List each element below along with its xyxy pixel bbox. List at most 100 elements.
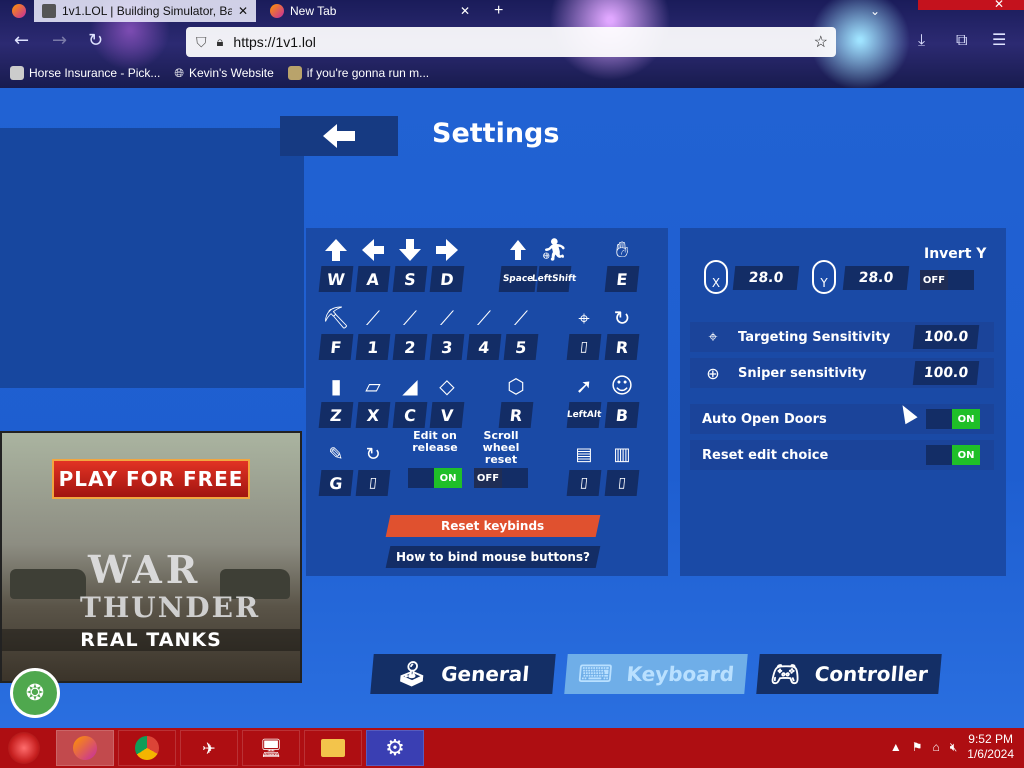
keybind-floor[interactable]: ▱ X bbox=[355, 372, 391, 428]
window-close-bar[interactable] bbox=[918, 0, 1024, 10]
downloads-icon[interactable]: ⤓ bbox=[918, 30, 925, 50]
flag-icon[interactable]: ⚑ bbox=[912, 740, 923, 754]
keybind-edit-mode[interactable]: ✎ G bbox=[318, 440, 354, 496]
advertisement[interactable]: PLAY FOR FREE WAR THUNDER REAL TANKS bbox=[0, 431, 302, 683]
invert-y-toggle[interactable]: OFF bbox=[920, 270, 974, 290]
key-a[interactable]: A bbox=[355, 266, 391, 292]
keybind-cursor[interactable]: ➚ Left Alt bbox=[566, 372, 602, 428]
keybind-rotate[interactable]: ↻ ▯ bbox=[355, 440, 391, 496]
scroll-wheel-reset-toggle[interactable]: OFF bbox=[474, 468, 528, 488]
keybind-use[interactable]: ✋︎ E bbox=[604, 236, 640, 292]
close-tab-icon[interactable]: ✕ bbox=[460, 4, 470, 18]
show-hidden-icons-icon[interactable]: ▲ bbox=[890, 740, 902, 754]
keybind-edit[interactable]: ⬡ R bbox=[498, 372, 534, 428]
key-s[interactable]: S bbox=[392, 266, 428, 292]
key-3[interactable]: 3 bbox=[429, 334, 465, 360]
hamburger-menu-icon[interactable]: ☰ bbox=[992, 30, 1006, 49]
sniper-sensitivity-input[interactable]: 100.0 bbox=[912, 361, 980, 385]
key-mouse-right[interactable]: ▯ bbox=[566, 334, 602, 360]
key-5[interactable]: 5 bbox=[503, 334, 539, 360]
back-button[interactable] bbox=[280, 116, 398, 156]
targeting-sensitivity-input[interactable]: 100.0 bbox=[912, 325, 980, 349]
bookmark-item[interactable]: 🌐︎ Kevin's Website bbox=[174, 62, 273, 84]
keybind-pickaxe[interactable]: ⛏︎ F bbox=[318, 304, 354, 360]
keybind-emote[interactable]: ☺ B bbox=[604, 372, 640, 428]
how-to-bind-button[interactable]: How to bind mouse buttons? bbox=[385, 546, 601, 568]
key-f[interactable]: F bbox=[318, 334, 354, 360]
cookie-settings-button[interactable]: ❂ bbox=[10, 668, 60, 718]
taskbar-app[interactable]: 🖥︎ bbox=[242, 730, 300, 766]
keybind-door-right[interactable]: ▥ ▯ bbox=[604, 440, 640, 496]
tab-general[interactable]: 🕹︎ General bbox=[370, 654, 556, 694]
reload-icon[interactable]: ↻ bbox=[88, 30, 103, 51]
key-mouse-left[interactable]: ▯ bbox=[566, 470, 602, 496]
tab-keyboard[interactable]: ⌨ Keyboard bbox=[564, 654, 748, 694]
key-b[interactable]: B bbox=[604, 402, 640, 428]
forward-arrow-icon[interactable]: → bbox=[52, 30, 67, 51]
keybind-aim[interactable]: ⌖ ▯ bbox=[566, 304, 602, 360]
reset-keybinds-button[interactable]: Reset keybinds bbox=[385, 515, 601, 537]
tab-list-button[interactable]: ⌄ bbox=[862, 0, 888, 22]
taskbar-firefox[interactable] bbox=[56, 730, 114, 766]
key-r[interactable]: R bbox=[498, 402, 534, 428]
tab-controller[interactable]: 🎮︎ Controller bbox=[756, 654, 942, 694]
key-d[interactable]: D bbox=[429, 266, 465, 292]
key-mouse-right[interactable]: ▯ bbox=[604, 470, 640, 496]
key-2[interactable]: 2 bbox=[392, 334, 428, 360]
edit-on-release-toggle[interactable]: ON bbox=[408, 468, 462, 488]
tab-new-tab[interactable]: New Tab ✕ bbox=[262, 0, 478, 22]
key-z[interactable]: Z bbox=[318, 402, 354, 428]
keybind-cone[interactable]: ◇ V bbox=[429, 372, 465, 428]
key-c[interactable]: C bbox=[392, 402, 428, 428]
key-mouse[interactable]: ▯ bbox=[355, 470, 391, 496]
close-tab-icon[interactable]: ✕ bbox=[238, 4, 248, 18]
key-4[interactable]: 4 bbox=[466, 334, 502, 360]
keybind-slot-2[interactable]: ⟋ 2 bbox=[392, 304, 428, 360]
keybind-slot-1[interactable]: ⟋ 1 bbox=[355, 304, 391, 360]
url-bar[interactable]: ⛉ 🔒︎ https://1v1.lol ☆ bbox=[186, 27, 836, 57]
reset-edit-choice-toggle[interactable]: ON bbox=[926, 445, 980, 465]
keybind-slot-5[interactable]: ⟋ 5 bbox=[503, 304, 539, 360]
key-e[interactable]: E bbox=[604, 266, 640, 292]
key-x[interactable]: X bbox=[355, 402, 391, 428]
tab-1v1lol[interactable]: 1v1.LOL | Building Simulator, Ba... ✕ bbox=[34, 0, 256, 22]
new-tab-button[interactable]: + bbox=[486, 0, 511, 22]
key-1[interactable]: 1 bbox=[355, 334, 391, 360]
x-sensitivity-input[interactable]: 28.0 bbox=[732, 266, 800, 290]
ad-play-button[interactable]: PLAY FOR FREE bbox=[52, 459, 250, 499]
keybind-forward[interactable]: W bbox=[318, 236, 354, 292]
key-left-alt[interactable]: Left Alt bbox=[566, 402, 602, 428]
key-v[interactable]: V bbox=[429, 402, 465, 428]
bookmark-item[interactable]: if you're gonna run m... bbox=[287, 62, 429, 84]
volume-muted-icon[interactable]: 🔇︎ bbox=[950, 740, 958, 755]
keybind-wall[interactable]: ▮ Z bbox=[318, 372, 354, 428]
keybind-crouch[interactable]: ⛹︎ Left Shift bbox=[531, 236, 577, 292]
key-left-shift[interactable]: Left Shift bbox=[531, 266, 577, 292]
auto-open-doors-toggle[interactable]: ON bbox=[926, 409, 980, 429]
keybind-ramp[interactable]: ◢ C bbox=[392, 372, 428, 428]
extensions-icon[interactable]: ⧉ bbox=[956, 30, 967, 50]
keybind-slot-3[interactable]: ⟋ 3 bbox=[429, 304, 465, 360]
taskbar-chrome[interactable] bbox=[118, 730, 176, 766]
bookmark-star-icon[interactable]: ☆ bbox=[814, 32, 828, 52]
keybind-reload[interactable]: ↻ R bbox=[604, 304, 640, 360]
firefox-menu-tab[interactable] bbox=[4, 0, 34, 22]
key-r[interactable]: R bbox=[604, 334, 640, 360]
keybind-door-left[interactable]: ▤ ▯ bbox=[566, 440, 602, 496]
y-sensitivity-input[interactable]: 28.0 bbox=[842, 266, 910, 290]
keybind-right[interactable]: D bbox=[429, 236, 465, 292]
key-g[interactable]: G bbox=[318, 470, 354, 496]
taskbar-settings[interactable]: ⚙︎ bbox=[366, 730, 424, 766]
clock[interactable]: 9:52 PM 1/6/2024 bbox=[967, 732, 1014, 762]
window-close-icon[interactable]: ✕ bbox=[994, 0, 1004, 11]
key-w[interactable]: W bbox=[318, 266, 354, 292]
back-arrow-icon[interactable]: ← bbox=[14, 30, 29, 51]
keybind-left[interactable]: A bbox=[355, 236, 391, 292]
keybind-back[interactable]: S bbox=[392, 236, 428, 292]
taskbar-file-explorer[interactable] bbox=[304, 730, 362, 766]
keybind-slot-4[interactable]: ⟋ 4 bbox=[466, 304, 502, 360]
taskbar-app[interactable]: ✈︎ bbox=[180, 730, 238, 766]
network-icon[interactable]: ⌂ bbox=[932, 740, 939, 754]
start-button[interactable] bbox=[8, 732, 40, 764]
bookmark-item[interactable]: Horse Insurance - Pick... bbox=[10, 62, 160, 84]
